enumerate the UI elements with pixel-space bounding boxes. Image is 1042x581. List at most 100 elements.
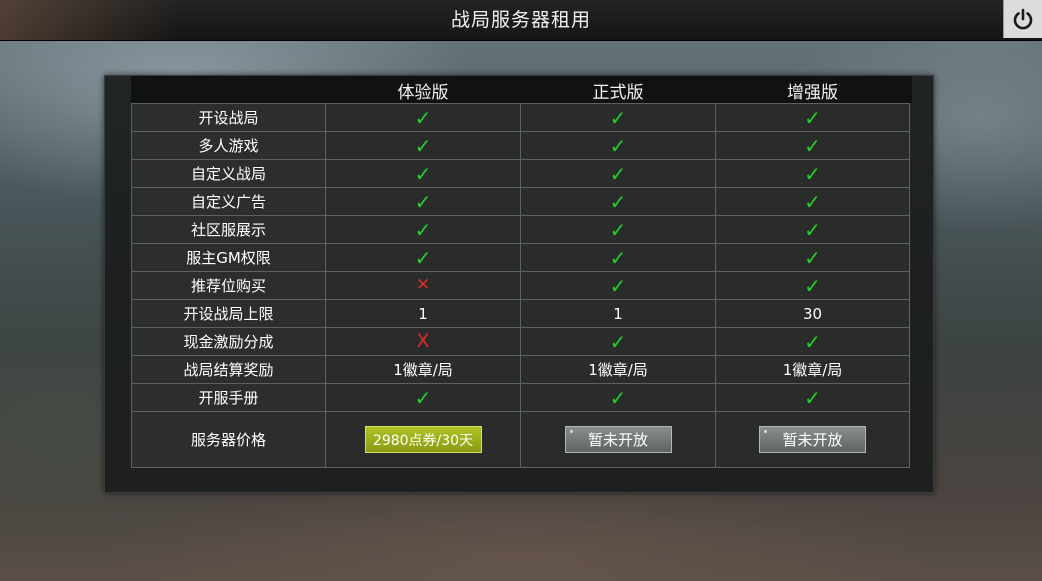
- feature-label: 现金激励分成: [131, 327, 326, 356]
- cell-value: 1徽章/局: [782, 361, 843, 379]
- cell-standard: ✓: [520, 187, 716, 216]
- feature-label: 战局结算奖励: [131, 355, 326, 384]
- check-icon: ✓: [804, 189, 821, 214]
- table-row: 现金激励分成 X ✓ ✓: [131, 327, 912, 356]
- cell-standard: ✓: [520, 159, 716, 188]
- check-icon: ✓: [804, 161, 821, 186]
- power-icon: [1013, 8, 1033, 30]
- cell-standard: ✓: [520, 383, 716, 412]
- cell-trial: 1徽章/局: [325, 355, 521, 384]
- check-icon: ✓: [414, 105, 432, 130]
- buy-trial-button[interactable]: 2980点券/30天: [364, 426, 482, 453]
- top-bar: 战局服务器租用: [0, 0, 1042, 41]
- check-icon: ✓: [609, 161, 627, 186]
- rental-comparison-panel: 体验版 正式版 增强版 开设战局 ✓ ✓ ✓ 多人游戏 ✓ ✓ ✓ 自定义战局 ✓ ✓ ✓ 自定义广告 ✓…: [104, 75, 934, 493]
- table-row: 服主GM权限 ✓ ✓ ✓: [131, 243, 912, 272]
- cell-enhanced: ✓: [715, 103, 910, 132]
- cell-trial: ✓: [325, 215, 521, 244]
- table-row: 开设战局上限 1 1 30: [131, 299, 912, 328]
- enhanced-unavailable-button[interactable]: 暂未开放: [759, 426, 866, 453]
- check-icon: ✓: [414, 161, 432, 186]
- check-icon: ✓: [414, 245, 432, 270]
- check-icon: ✓: [609, 273, 627, 298]
- table-row: 多人游戏 ✓ ✓ ✓: [131, 131, 912, 160]
- cross-icon: X: [416, 330, 430, 352]
- header-trial: 体验版: [397, 82, 449, 103]
- check-icon: ✓: [804, 245, 821, 270]
- check-icon: ✓: [414, 189, 432, 214]
- feature-label: 开设战局上限: [131, 299, 326, 328]
- check-icon: ✓: [804, 273, 821, 298]
- check-icon: ✓: [609, 385, 627, 410]
- feature-label: 开服手册: [131, 383, 326, 412]
- price-cell-standard: 暂未开放: [520, 411, 716, 468]
- feature-label: 多人游戏: [131, 131, 326, 160]
- cell-standard: ✓: [520, 103, 716, 132]
- cell-standard: ✓: [520, 243, 716, 272]
- cell-value: 30: [802, 304, 823, 323]
- table-row: 战局结算奖励 1徽章/局 1徽章/局 1徽章/局: [131, 355, 912, 384]
- check-icon: ✓: [414, 133, 432, 158]
- cell-trial: ✕: [325, 271, 521, 300]
- feature-label: 社区服展示: [131, 215, 326, 244]
- check-icon: ✓: [609, 329, 627, 354]
- check-icon: ✓: [804, 105, 821, 130]
- comparison-table: 体验版 正式版 增强版 开设战局 ✓ ✓ ✓ 多人游戏 ✓ ✓ ✓ 自定义战局 ✓ ✓ ✓ 自定义广告 ✓…: [131, 76, 912, 468]
- check-icon: ✓: [414, 217, 432, 242]
- cell-enhanced: ✓: [715, 271, 910, 300]
- cell-trial: ✓: [325, 131, 521, 160]
- check-icon: ✓: [609, 189, 627, 214]
- price-cell-trial: 2980点券/30天: [325, 411, 521, 468]
- table-row: 开设战局 ✓ ✓ ✓: [131, 103, 912, 132]
- header-standard: 正式版: [592, 82, 644, 103]
- cell-standard: ✓: [520, 131, 716, 160]
- cell-enhanced: ✓: [715, 159, 910, 188]
- table-header-row: 体验版 正式版 增强版: [131, 76, 912, 103]
- feature-label: 服主GM权限: [131, 243, 326, 272]
- check-icon: ✓: [609, 133, 627, 158]
- check-icon: ✓: [609, 217, 627, 242]
- cell-trial: ✓: [325, 159, 521, 188]
- cell-enhanced: ✓: [715, 327, 910, 356]
- check-icon: ✓: [804, 385, 821, 410]
- cell-enhanced: ✓: [715, 383, 910, 412]
- price-label: 服务器价格: [131, 411, 326, 468]
- page-title: 战局服务器租用: [450, 9, 591, 31]
- cell-trial: ✓: [325, 243, 521, 272]
- header-feature: [131, 76, 326, 104]
- cell-value: 1: [613, 304, 623, 323]
- table-row: 开服手册 ✓ ✓ ✓: [131, 383, 912, 412]
- table-row: 社区服展示 ✓ ✓ ✓: [131, 215, 912, 244]
- cell-trial: ✓: [325, 383, 521, 412]
- cell-trial: X: [325, 327, 521, 356]
- cell-trial: ✓: [325, 103, 521, 132]
- price-cell-enhanced: 暂未开放: [715, 411, 910, 468]
- price-row: 服务器价格 2980点券/30天 暂未开放 暂未开放: [131, 411, 912, 468]
- cell-enhanced: 1徽章/局: [715, 355, 910, 384]
- header-enhanced: 增强版: [787, 82, 838, 103]
- cell-standard: ✓: [520, 271, 716, 300]
- power-button[interactable]: [1003, 0, 1042, 38]
- cell-standard: ✓: [520, 327, 716, 356]
- cell-value: 1: [418, 304, 428, 323]
- cell-enhanced: 30: [715, 299, 910, 328]
- standard-unavailable-button[interactable]: 暂未开放: [564, 426, 672, 453]
- cell-trial: 1: [325, 299, 521, 328]
- cell-value: 1徽章/局: [588, 361, 648, 379]
- table-row: 自定义战局 ✓ ✓ ✓: [131, 159, 912, 188]
- cell-standard: 1徽章/局: [520, 355, 716, 384]
- table-row: 推荐位购买 ✕ ✓ ✓: [131, 271, 912, 300]
- feature-label: 推荐位购买: [131, 271, 326, 300]
- cell-enhanced: ✓: [715, 131, 910, 160]
- cell-value: 1徽章/局: [393, 361, 453, 379]
- cell-standard: ✓: [520, 215, 716, 244]
- check-icon: ✓: [804, 329, 821, 354]
- check-icon: ✓: [804, 217, 821, 242]
- cell-enhanced: ✓: [715, 187, 910, 216]
- cross-icon: ✕: [415, 275, 431, 295]
- feature-label: 自定义战局: [131, 159, 326, 188]
- table-row: 自定义广告 ✓ ✓ ✓: [131, 187, 912, 216]
- check-icon: ✓: [804, 133, 821, 158]
- check-icon: ✓: [609, 105, 627, 130]
- cell-enhanced: ✓: [715, 215, 910, 244]
